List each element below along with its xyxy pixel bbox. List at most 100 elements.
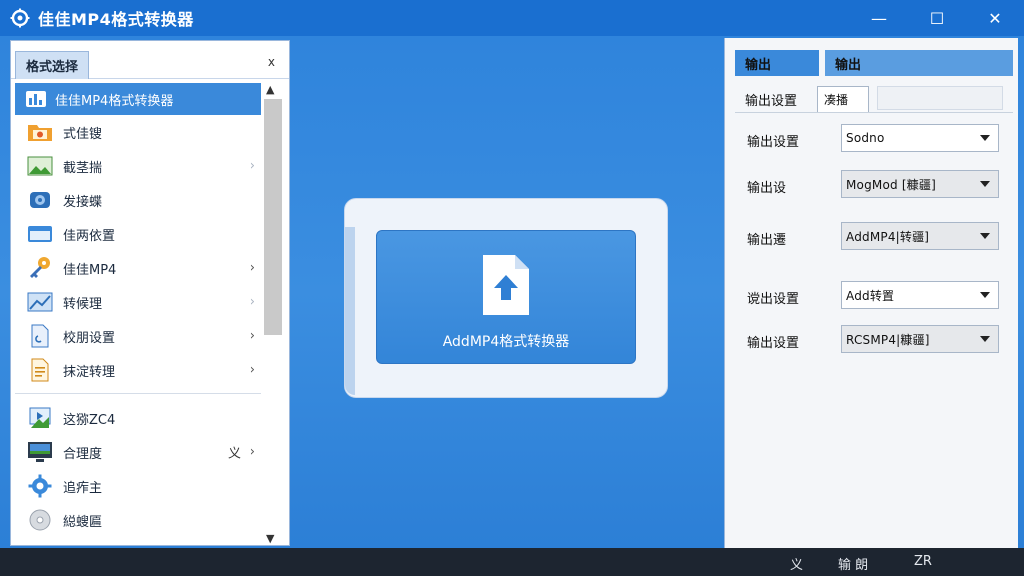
list-item[interactable]: 式佳锼 <box>15 115 261 149</box>
disc-icon <box>27 188 53 212</box>
list-item-app[interactable]: 佳佳MP4格式转换器 <box>15 83 261 115</box>
panel-tabbar: 格式选择 x <box>11 41 289 79</box>
gear-icon <box>10 8 30 28</box>
extra-text: 义 <box>227 446 241 462</box>
select-value: RCSMP4|糠疆] <box>846 332 930 347</box>
tab-output[interactable]: 输出 <box>735 50 819 76</box>
document-icon <box>27 324 53 348</box>
setting-select[interactable]: RCSMP4|糠疆] <box>841 325 999 353</box>
chevron-right-icon: › <box>249 362 255 378</box>
setting-row: 输出设置 Sodno <box>725 124 1019 154</box>
list-scrollbar[interactable]: ▲ ▼ <box>263 83 283 545</box>
chevron-down-icon <box>980 292 990 298</box>
tab-blank <box>877 86 1003 110</box>
status-item[interactable]: 输 朗 <box>838 554 868 573</box>
app-icon <box>23 87 49 111</box>
notes-icon <box>27 358 53 382</box>
chevron-right-icon: › <box>249 294 255 310</box>
list-item[interactable]: 佳两依置 <box>15 217 261 251</box>
list-item-label: 縂螋匾 <box>63 514 103 530</box>
setting-label: 谠出设置 <box>747 292 800 307</box>
setting-select[interactable]: Sodno <box>841 124 999 152</box>
monitor-icon <box>27 440 53 464</box>
add-file-button[interactable]: AddMP4格式转换器 <box>376 230 636 364</box>
setting-label: 输出遷 <box>747 233 787 248</box>
chevron-down-icon <box>980 181 990 187</box>
list-item[interactable]: 发接蝶 <box>15 183 261 217</box>
setting-row: 输出设 MogMod [糠疆] <box>725 170 1019 200</box>
output-settings-panel: 输出 输出 输出设置 凑播 输出设置 Sodno 输出设 MogMod [糠疆]… <box>724 38 1018 548</box>
tabs-divider <box>735 112 1013 113</box>
setting-label: 输出设置 <box>747 135 800 150</box>
list-item-label: 这猕ZC4 <box>63 412 116 428</box>
tab-output-settings[interactable]: 输出设置 <box>745 90 797 109</box>
maximize-button[interactable]: ☐ <box>908 0 966 36</box>
chevron-right-icon: › <box>249 158 255 174</box>
cd-icon <box>27 508 53 532</box>
play-icon <box>27 406 53 430</box>
setting-label: 输出设 <box>747 181 787 196</box>
list-item[interactable]: 合理度 义 › <box>15 435 261 469</box>
list-item-label: 佳两依置 <box>63 228 116 244</box>
tab-format-selection[interactable]: 格式选择 <box>15 51 90 79</box>
list-item[interactable]: 校朋设置 › <box>15 319 261 353</box>
setting-label: 输出设置 <box>747 336 800 351</box>
setting-select[interactable]: MogMod [糠疆] <box>841 170 999 198</box>
list-item[interactable]: 佳佳MP4 › <box>15 251 261 285</box>
scrollbar-thumb[interactable] <box>264 99 282 335</box>
select-value: Sodno <box>846 131 885 145</box>
list-item-label: 合理度 <box>63 446 103 462</box>
list-item-label: 抹淀转理 <box>63 364 116 380</box>
list-item-label: 追痄主 <box>63 480 103 496</box>
tab-output-secondary[interactable]: 输出 <box>825 50 1013 76</box>
list-item-label: 截茎揣 <box>63 160 103 176</box>
list-item-label: 佳佳MP4格式转换器 <box>55 93 174 109</box>
chevron-up-icon[interactable]: ▲ <box>266 83 274 96</box>
chevron-down-icon <box>980 135 990 141</box>
image-icon <box>27 154 53 178</box>
list-item-label: 佳佳MP4 <box>63 262 117 278</box>
list-item[interactable]: 抹淀转理 › <box>15 353 261 387</box>
status-item[interactable]: ZR <box>914 554 932 569</box>
chart-icon <box>27 290 53 314</box>
file-upload-icon <box>483 255 529 315</box>
select-value: AddMP4|转疆] <box>846 229 930 244</box>
list-divider <box>15 393 261 394</box>
folder-icon <box>27 120 53 144</box>
setting-select[interactable]: Add转置 <box>841 281 999 309</box>
close-button[interactable]: ✕ <box>966 0 1024 36</box>
title-bar: 佳佳MP4格式转换器 — ☐ ✕ <box>0 0 1024 36</box>
tab-playback[interactable]: 凑播 <box>817 86 869 112</box>
add-file-label: AddMP4格式转换器 <box>442 334 570 350</box>
settings-tabs: 输出设置 凑播 <box>735 86 1013 112</box>
setting-select[interactable]: AddMP4|转疆] <box>841 222 999 250</box>
setting-row: 输出遷 AddMP4|转疆] <box>725 222 1019 252</box>
list-item-label: 式佳锼 <box>63 126 103 142</box>
list-item[interactable]: 这猕ZC4 <box>15 401 261 435</box>
window-icon <box>27 222 53 246</box>
status-bar: 义 输 朗 ZR <box>0 548 1024 576</box>
list-item-label: 校朋设置 <box>63 330 116 346</box>
window-controls: — ☐ ✕ <box>850 0 1024 36</box>
format-list: 佳佳MP4格式转换器 式佳锼 截茎揣 › 发接蝶 佳两依置 佳佳MP4 › 转候… <box>15 83 261 545</box>
select-value: MogMod [糠疆] <box>846 177 937 192</box>
chevron-down-icon <box>980 233 990 239</box>
setting-row: 谠出设置 Add转置 <box>725 281 1019 311</box>
minimize-button[interactable]: — <box>850 0 908 36</box>
format-selection-panel: 格式选择 x 佳佳MP4格式转换器 式佳锼 截茎揣 › 发接蝶 佳两依置 佳佳M… <box>10 40 290 546</box>
list-item[interactable]: 截茎揣 › <box>15 149 261 183</box>
window-title: 佳佳MP4格式转换器 <box>38 10 194 29</box>
list-item-label: 转候理 <box>63 296 103 312</box>
list-item[interactable]: 转候理 › <box>15 285 261 319</box>
panel-close-button[interactable]: x <box>268 55 275 69</box>
chevron-down-icon[interactable]: ▼ <box>266 532 274 545</box>
key-icon <box>27 256 53 280</box>
chevron-right-icon: › <box>249 260 255 276</box>
chevron-right-icon: › <box>249 444 255 460</box>
list-item[interactable]: 追痄主 <box>15 469 261 503</box>
select-value: Add转置 <box>846 288 895 303</box>
chevron-right-icon: › <box>249 328 255 344</box>
chevron-down-icon <box>980 336 990 342</box>
status-item[interactable]: 义 <box>790 554 803 573</box>
list-item[interactable]: 縂螋匾 <box>15 503 261 537</box>
